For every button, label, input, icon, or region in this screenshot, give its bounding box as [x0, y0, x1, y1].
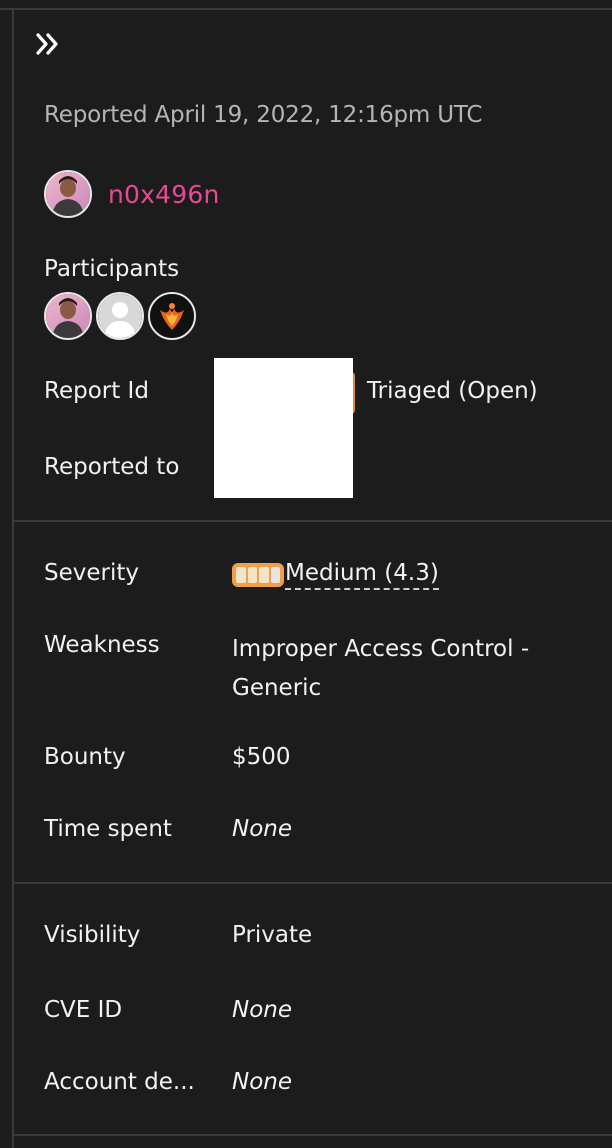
redacted-block	[214, 358, 353, 498]
reporter[interactable]: n0x496n	[44, 170, 220, 218]
account-details-value: None	[232, 1069, 293, 1095]
participants-label: Participants	[44, 256, 180, 282]
cve-id-label: CVE ID	[44, 997, 123, 1023]
account-details-label: Account de...	[44, 1069, 195, 1095]
section-divider	[12, 882, 612, 884]
severity-value[interactable]: Medium (4.3)	[285, 560, 439, 590]
default-user-avatar-icon[interactable]	[96, 292, 144, 340]
phoenix-avatar-icon[interactable]	[148, 292, 196, 340]
reported-date: Reported April 19, 2022, 12:16pm UTC	[44, 102, 483, 128]
bounty-value: $500	[232, 744, 291, 770]
participants-list	[44, 292, 196, 340]
visibility-label: Visibility	[44, 922, 141, 948]
double-chevron-right-icon	[36, 33, 58, 55]
weakness-value: Improper Access Control - Generic	[232, 636, 530, 701]
user-avatar-photo-icon[interactable]	[44, 170, 92, 218]
user-avatar-photo-icon[interactable]	[44, 292, 92, 340]
cve-id-value: None	[232, 997, 293, 1023]
weakness-label: Weakness	[44, 632, 160, 658]
report-id-label: Report Id	[44, 378, 149, 404]
severity-label: Severity	[44, 560, 139, 586]
time-spent-value: None	[232, 816, 293, 842]
section-divider	[12, 520, 612, 522]
collapse-sidebar-button[interactable]	[34, 30, 64, 60]
severity-meter-icon	[232, 563, 284, 587]
section-divider	[12, 1134, 612, 1136]
visibility-value: Private	[232, 922, 313, 948]
reported-to-label: Reported to	[44, 454, 180, 480]
report-state: Triaged (Open)	[367, 378, 538, 404]
time-spent-label: Time spent	[44, 816, 172, 842]
bounty-label: Bounty	[44, 744, 126, 770]
reporter-username-link[interactable]: n0x496n	[108, 180, 220, 209]
